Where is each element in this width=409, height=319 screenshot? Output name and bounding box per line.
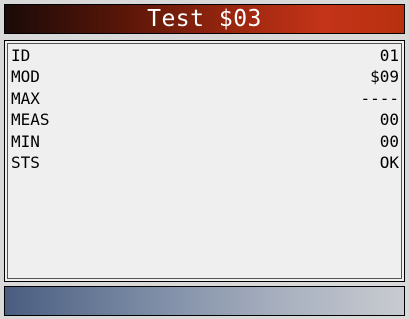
row-id: ID 01: [8, 45, 401, 67]
row-value: 00: [379, 110, 399, 130]
scan-tool-screen: Test $03 ID 01 MOD $09 MAX ---- MEAS 00 …: [0, 0, 409, 319]
title-bar: Test $03: [4, 4, 405, 34]
row-label: MOD: [11, 67, 40, 87]
row-label: MAX: [11, 88, 40, 108]
row-label: MEAS: [11, 110, 50, 130]
row-max: MAX ----: [8, 88, 401, 110]
row-value: 01: [379, 45, 399, 65]
row-sts: STS OK: [8, 153, 401, 175]
row-meas: MEAS 00: [8, 110, 401, 132]
row-label: ID: [11, 45, 31, 65]
row-value: $09: [370, 67, 399, 87]
row-label: MIN: [11, 131, 40, 151]
row-value: 00: [379, 131, 399, 151]
row-value: ----: [360, 88, 399, 108]
row-mod: MOD $09: [8, 67, 401, 89]
row-min: MIN 00: [8, 131, 401, 153]
row-value: OK: [379, 153, 399, 173]
row-label: STS: [11, 153, 40, 173]
function-key-bar: [4, 286, 405, 316]
test-results-panel: ID 01 MOD $09 MAX ---- MEAS 00 MIN 00 ST…: [4, 40, 405, 282]
page-title: Test $03: [147, 5, 262, 32]
test-results-list: ID 01 MOD $09 MAX ---- MEAS 00 MIN 00 ST…: [7, 43, 402, 279]
